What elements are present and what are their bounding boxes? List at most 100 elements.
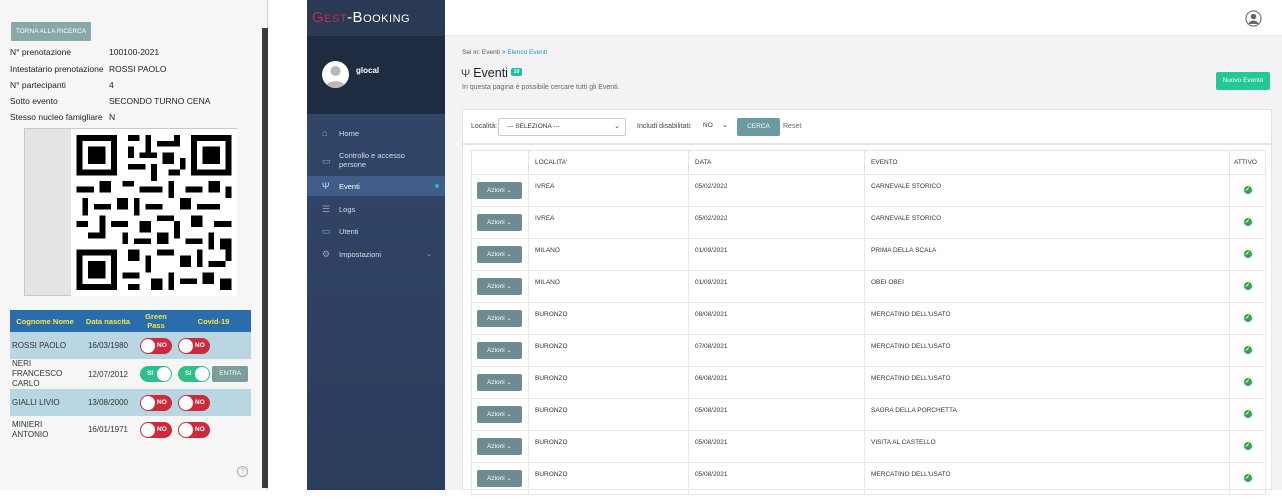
chevron-down-icon: ⌄ bbox=[722, 122, 728, 129]
col-header-localita: LOCALITA' bbox=[528, 150, 689, 175]
page-description: In questa pagina è possibile cercare tut… bbox=[462, 84, 620, 91]
evento-cell: VISITA AL CASTELLO bbox=[864, 430, 1230, 463]
table-row: Azioni ⌄ BURONZO 06/08/2021 MERCATINO DELL'… bbox=[471, 366, 1266, 399]
attivo-cell: ✓ bbox=[1229, 398, 1266, 431]
info-value: N bbox=[109, 112, 116, 122]
covid-toggle[interactable]: NO bbox=[178, 337, 210, 354]
sidebar-item-access-control[interactable]: ▭ Controllo e accesso persone bbox=[307, 148, 445, 172]
actions-cell: Azioni ⌄ bbox=[471, 366, 529, 399]
check-circle-icon: ✓ bbox=[1243, 218, 1252, 226]
brand-logo[interactable]: Gest-Booking bbox=[312, 9, 410, 26]
azioni-label: Azioni bbox=[487, 475, 505, 482]
actions-cell: Azioni ⌄ bbox=[471, 462, 529, 495]
data-cell: 06/08/2021 bbox=[688, 366, 865, 399]
localita-cell: IVREA bbox=[528, 206, 689, 239]
toggle-label: SI bbox=[147, 370, 154, 377]
new-event-button[interactable]: Nuovo Evento bbox=[1216, 72, 1270, 90]
sidebar-item-eventi[interactable]: Ψ Eventi bbox=[307, 176, 445, 196]
check-circle-icon: ✓ bbox=[1243, 410, 1252, 418]
table-row: GIALLI LIVIO 13/08/2000 NO NO bbox=[10, 389, 251, 416]
user-name: glocal bbox=[356, 66, 380, 75]
back-to-search-button[interactable]: TORNA ALLA RICERCA bbox=[11, 22, 91, 41]
attivo-cell: ✓ bbox=[1229, 430, 1266, 463]
entra-button[interactable]: ENTRA bbox=[212, 366, 249, 382]
user-account-icon[interactable] bbox=[1245, 10, 1262, 27]
include-disabled-select[interactable]: NO ⌄ bbox=[695, 118, 733, 136]
table-row: Azioni ⌄ MILANO 01/09/2021 OBEI OBEI ✓ bbox=[471, 270, 1266, 303]
booking-detail-panel: TORNA ALLA RICERCA N° prenotazione 10010… bbox=[0, 0, 268, 490]
sidebar-item-label: Impostazioni bbox=[339, 250, 382, 259]
covid-cell: NO bbox=[176, 332, 251, 359]
azioni-dropdown-button[interactable]: Azioni ⌄ bbox=[477, 438, 522, 455]
green-pass-cell: NO bbox=[136, 416, 176, 443]
participant-birth: 13/08/2000 bbox=[80, 389, 136, 416]
filter-bar: Località: --- SELEZIONA --- ⌄ Includi di… bbox=[462, 109, 1272, 144]
sidebar-item-impostazioni[interactable]: ⚙ Impostazioni ⌄ bbox=[307, 245, 445, 263]
azioni-label: Azioni bbox=[487, 219, 505, 226]
search-button[interactable]: CERCA bbox=[737, 118, 780, 136]
covid-toggle[interactable]: SI bbox=[178, 366, 210, 382]
reset-link[interactable]: Reset bbox=[783, 123, 801, 130]
participants-table: Cognome Nome Data nascita Green Pass Cov… bbox=[10, 310, 251, 443]
toggle-knob bbox=[141, 395, 155, 410]
data-cell: 05/08/2021 bbox=[688, 430, 865, 463]
brand-logo-part1: Gest bbox=[312, 9, 348, 26]
toggle-knob bbox=[141, 422, 155, 437]
info-label: Sotto evento bbox=[10, 96, 58, 106]
col-header-attivo: ATTIVO bbox=[1229, 150, 1266, 175]
table-header-row: Cognome Nome Data nascita Green Pass Cov… bbox=[10, 310, 251, 332]
azioni-dropdown-button[interactable]: Azioni ⌄ bbox=[477, 310, 522, 327]
sidebar-item-logs[interactable]: ☰ Logs bbox=[307, 200, 445, 218]
azioni-dropdown-button[interactable]: Azioni ⌄ bbox=[477, 214, 522, 231]
toggle-knob bbox=[195, 367, 209, 381]
green-pass-toggle[interactable]: NO bbox=[140, 421, 172, 438]
green-pass-toggle[interactable]: NO bbox=[140, 337, 172, 354]
azioni-dropdown-button[interactable]: Azioni ⌄ bbox=[477, 246, 522, 263]
azioni-label: Azioni bbox=[487, 443, 505, 450]
green-pass-toggle[interactable]: NO bbox=[140, 394, 172, 411]
gear-icon: ⚙ bbox=[322, 249, 331, 259]
green-pass-toggle[interactable]: SI bbox=[140, 366, 172, 382]
breadcrumb-current[interactable]: Elenco Eventi bbox=[507, 49, 547, 56]
scrollbar[interactable] bbox=[262, 28, 268, 488]
info-value: ROSSI PAOLO bbox=[109, 64, 167, 74]
sidebar-item-home[interactable]: ⌂ Home bbox=[307, 124, 445, 142]
question-circle-icon[interactable]: ? bbox=[237, 466, 248, 477]
localita-select[interactable]: --- SELEZIONA --- ⌄ bbox=[498, 118, 626, 136]
azioni-dropdown-button[interactable]: Azioni ⌄ bbox=[477, 278, 522, 295]
azioni-dropdown-button[interactable]: Azioni ⌄ bbox=[477, 342, 522, 359]
localita-cell: BURONZO bbox=[528, 334, 689, 367]
azioni-dropdown-button[interactable]: Azioni ⌄ bbox=[477, 374, 522, 391]
events-table-body: Azioni ⌄ IVREA 05/02/2022 CARNEVALE STORICO… bbox=[471, 174, 1266, 495]
chevron-down-icon: ⌄ bbox=[614, 123, 620, 130]
attivo-cell: ✓ bbox=[1229, 366, 1266, 399]
participant-name: GIALLI LIVIO bbox=[10, 389, 80, 416]
sidebar-item-label: Controllo e accesso persone bbox=[339, 151, 405, 169]
actions-cell: Azioni ⌄ bbox=[471, 238, 529, 271]
check-circle-icon: ✓ bbox=[1243, 314, 1252, 322]
localita-cell: IVREA bbox=[528, 174, 689, 207]
avatar[interactable] bbox=[322, 61, 349, 88]
toggle-label: NO bbox=[195, 425, 205, 433]
participant-name: MINIERI ANTONIO bbox=[12, 419, 49, 439]
data-cell: 05/02/2022 bbox=[688, 206, 865, 239]
cutlery-icon: Ψ bbox=[461, 68, 471, 80]
actions-cell: Azioni ⌄ bbox=[471, 302, 529, 335]
localita-label: Località: bbox=[471, 123, 498, 130]
check-circle-icon: ✓ bbox=[1243, 346, 1252, 354]
events-table-card: LOCALITA' DATA EVENTO ATTIVO Azioni ⌄ IVR… bbox=[462, 144, 1272, 495]
toggle-knob bbox=[179, 338, 193, 353]
info-value: 100100-2021 bbox=[109, 47, 160, 57]
covid-toggle[interactable]: NO bbox=[178, 421, 210, 438]
participant-birth: 12/07/2012 bbox=[87, 369, 129, 379]
azioni-label: Azioni bbox=[487, 347, 505, 354]
covid-toggle[interactable]: NO bbox=[178, 394, 210, 411]
col-header-name: Cognome Nome bbox=[10, 310, 80, 332]
check-circle-icon: ✓ bbox=[1243, 282, 1252, 290]
breadcrumb-prefix: Sei in: Eventi > bbox=[462, 49, 508, 56]
sidebar-item-utenti[interactable]: ▭ Utenti bbox=[307, 222, 445, 240]
azioni-dropdown-button[interactable]: Azioni ⌄ bbox=[477, 470, 522, 487]
azioni-dropdown-button[interactable]: Azioni ⌄ bbox=[477, 182, 522, 199]
attivo-cell: ✓ bbox=[1229, 334, 1266, 367]
azioni-dropdown-button[interactable]: Azioni ⌄ bbox=[477, 406, 522, 423]
